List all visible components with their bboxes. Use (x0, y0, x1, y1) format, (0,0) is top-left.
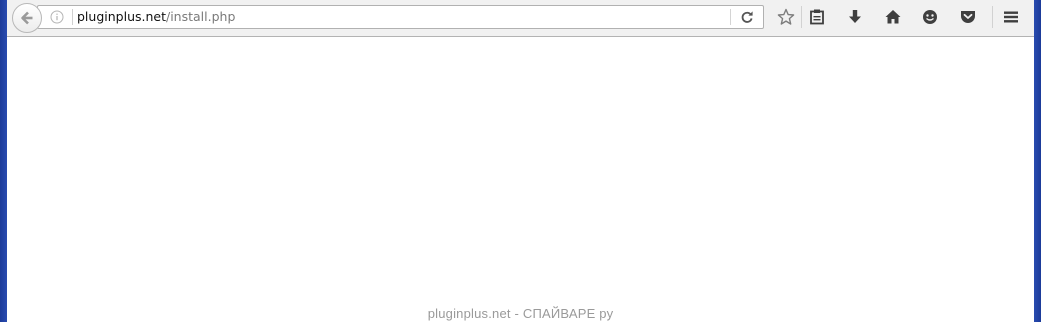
url-domain: pluginplus.net (77, 9, 166, 24)
bookmark-star-button[interactable] (777, 8, 795, 26)
navigation-toolbar: pluginplus.net/install.php (7, 0, 1034, 37)
reading-list-button[interactable] (808, 8, 826, 26)
url-path: /install.php (166, 9, 236, 24)
toolbar-separator (801, 6, 802, 28)
toolbar-separator (992, 6, 993, 28)
hello-icon (923, 10, 937, 24)
pocket-button[interactable] (959, 8, 977, 26)
menu-button[interactable] (1002, 8, 1020, 26)
download-button[interactable] (846, 8, 864, 26)
url-text[interactable]: pluginplus.net/install.php (77, 9, 235, 25)
home-icon (885, 10, 901, 24)
info-icon[interactable] (50, 10, 64, 24)
reload-separator (730, 9, 731, 25)
back-button[interactable] (12, 3, 42, 33)
reload-icon[interactable] (740, 10, 754, 24)
back-arrow-icon (21, 11, 33, 25)
watermark-text: pluginplus.net - СПАЙВАРЕ ру (427, 306, 614, 321)
page-content[interactable] (7, 38, 1034, 322)
url-separator (72, 9, 73, 25)
url-bar[interactable]: pluginplus.net/install.php (37, 5, 764, 29)
pocket-icon (961, 11, 975, 23)
home-button[interactable] (884, 8, 902, 26)
reading-list-icon (810, 9, 824, 25)
bookmark-star-icon (777, 8, 795, 25)
menu-icon (1004, 11, 1018, 23)
hello-button[interactable] (921, 8, 939, 26)
browser-window: pluginplus.net/install.php (7, 0, 1034, 322)
download-icon (849, 10, 861, 23)
